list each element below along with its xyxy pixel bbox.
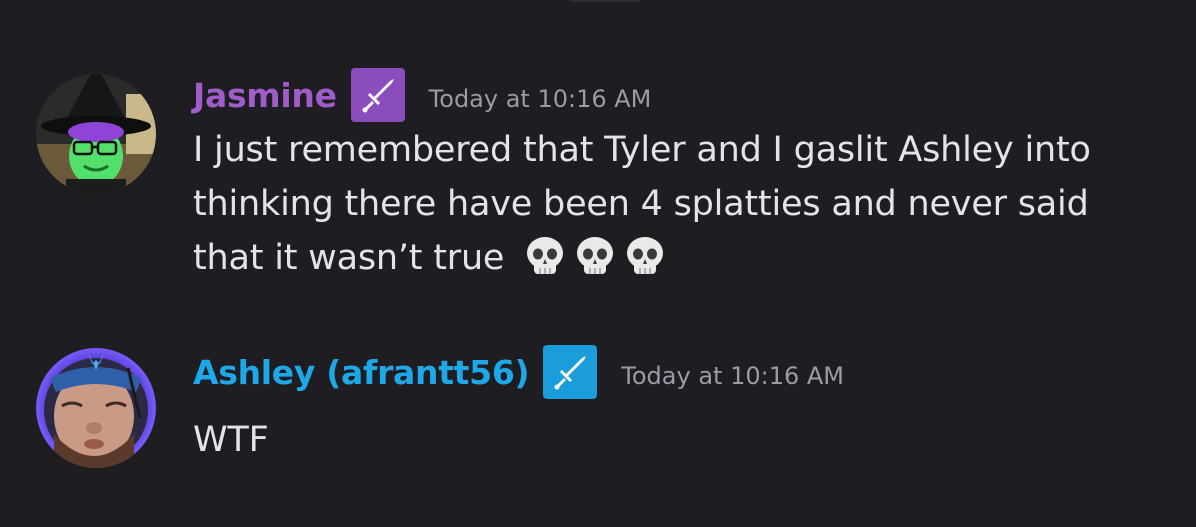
avatar-ashley[interactable] — [36, 348, 156, 468]
chat-view: Jasmine Today at 10:16 AM I just remembe… — [0, 0, 1196, 527]
message-content: WTF — [193, 413, 1153, 467]
emoji-group — [523, 235, 667, 279]
username[interactable]: Jasmine — [193, 76, 337, 115]
message-content: I just remembered that Tyler and I gasli… — [193, 123, 1153, 285]
avatar-jasmine[interactable] — [36, 74, 156, 194]
avatar-image — [36, 348, 156, 468]
username[interactable]: Ashley (afrantt56) — [193, 353, 530, 392]
role-badge[interactable] — [543, 345, 598, 399]
timestamp[interactable]: Today at 10:16 AM — [621, 362, 844, 390]
timestamp[interactable]: Today at 10:16 AM — [429, 85, 652, 113]
role-badge[interactable] — [350, 68, 405, 122]
message-header: Ashley (afrantt56) Today at 10:16 AM — [193, 345, 844, 399]
message-header: Jasmine Today at 10:16 AM — [193, 68, 652, 122]
skull-emoji[interactable] — [573, 235, 617, 279]
avatar-image — [36, 74, 156, 194]
message-text: WTF — [193, 420, 269, 460]
previous-message-edge — [560, 0, 650, 2]
sword-icon — [362, 79, 394, 113]
sword-icon — [554, 356, 587, 390]
skull-emoji[interactable] — [623, 235, 667, 279]
skull-emoji[interactable] — [523, 235, 567, 279]
